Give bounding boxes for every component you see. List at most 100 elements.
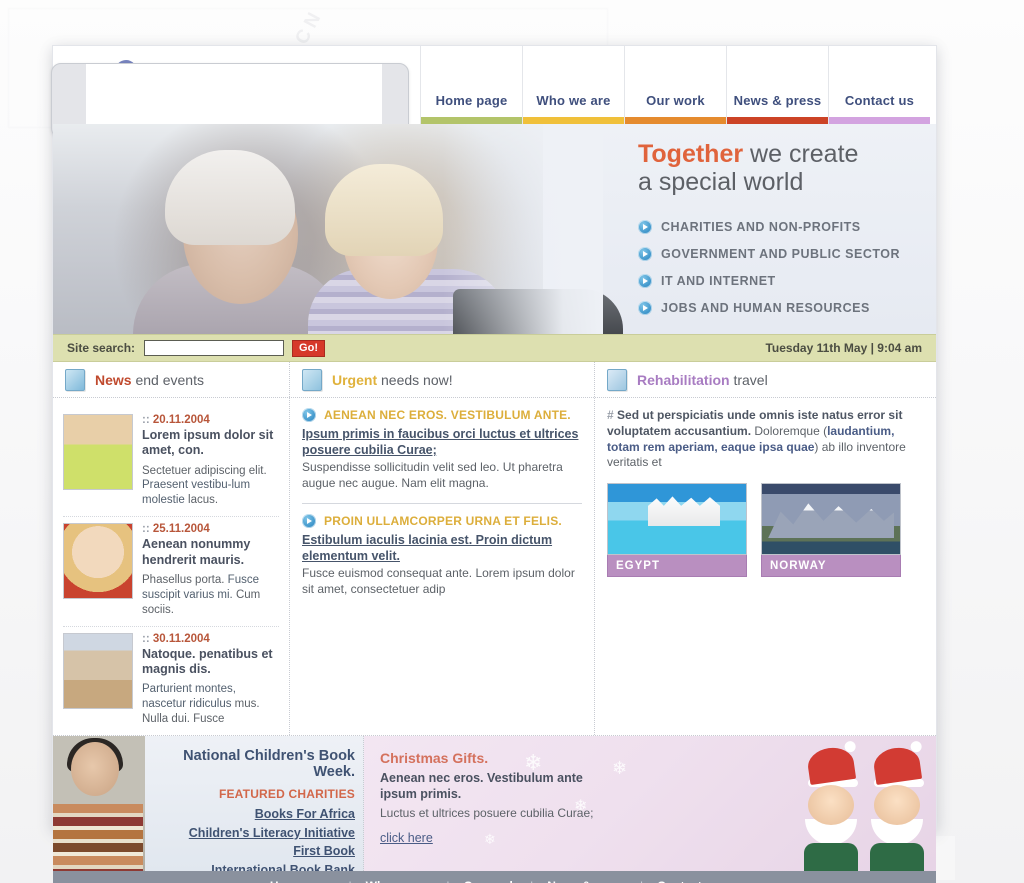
section-title-strong: News xyxy=(95,371,132,388)
news-paper-icon xyxy=(65,368,85,391)
promo-xmas-link[interactable]: click here xyxy=(380,831,433,845)
urgent-item[interactable]: PROIN ULLAMCORPER URNA ET FELIS. Estibul… xyxy=(302,504,582,607)
section-title-travel: Rehabilitation travel xyxy=(637,372,768,388)
grandmother-hair xyxy=(165,150,295,245)
search-go-button[interactable]: Go! xyxy=(292,339,325,357)
travel-cards: EGYPT NORWAY xyxy=(607,483,924,578)
news-date-marker: :: xyxy=(142,632,150,645)
urgent-body: Fusce euismod consequat ante. Lorem ipsu… xyxy=(302,566,575,596)
search-label: Site search: xyxy=(67,341,136,355)
nav-label: News & press xyxy=(733,93,822,108)
news-body-link[interactable]: Parturient montes, nascetur ridiculus xyxy=(142,683,236,710)
nav-item-news-and-press[interactable]: News & press xyxy=(726,46,828,124)
footer-link-home-page[interactable]: Home page xyxy=(256,879,349,883)
news-thumbnail xyxy=(63,414,133,490)
news-title: Natoque. penatibus et magnis dis. xyxy=(142,646,273,676)
santa-face xyxy=(874,784,920,825)
news-text: :: 20.11.2004 Lorem ipsum dolor sit amet… xyxy=(142,414,279,508)
hero-bullet-label: JOBS AND HUMAN RESOURCES xyxy=(661,301,870,315)
charity-link-international-book-bank[interactable]: International Book Bank xyxy=(143,861,355,871)
travel-text: # Sed ut perspiciatis unde omnis iste na… xyxy=(607,408,924,471)
santa-body xyxy=(804,842,858,871)
hero-bullet-item[interactable]: IT AND INTERNET xyxy=(638,274,928,288)
travel-mid: Doloremque ( xyxy=(754,423,828,438)
news-item[interactable]: :: 20.11.2004 Lorem ipsum dolor sit amet… xyxy=(63,408,279,518)
chevron-circle-icon xyxy=(638,220,652,234)
egypt-resort-pool-photo xyxy=(607,483,747,556)
news-date-value: 30.11.2004 xyxy=(152,632,210,645)
nav-item-home-page[interactable]: Home page xyxy=(420,46,522,124)
urgent-link[interactable]: Estibulum iaculis lacinia est. Proin dic… xyxy=(302,532,582,564)
promo-xmas-lead: Aenean nec eros. Vestibulum ante ipsum p… xyxy=(380,770,583,801)
news-date-value: 25.11.2004 xyxy=(152,523,210,536)
news-body: Phasellus porta. Fusce suscipit varius m… xyxy=(142,573,279,618)
section-title-urgent: Urgent needs now! xyxy=(332,372,453,388)
urgent-column: AENEAN NEC EROS. VESTIBULUM ANTE. Ipsum … xyxy=(289,398,594,735)
footer-link-our-work[interactable]: Our work xyxy=(449,879,530,883)
news-column: :: 20.11.2004 Lorem ipsum dolor sit amet… xyxy=(53,398,289,735)
charity-link-childrens-literacy-initiative[interactable]: Children's Literacy Initiative xyxy=(143,824,355,843)
hero-bullet-label: GOVERNMENT AND PUBLIC SECTOR xyxy=(661,247,901,261)
promo-book-copy: National Children's Book Week. FEATURED … xyxy=(143,748,355,871)
nav-item-contact-us[interactable]: Contact us xyxy=(828,46,930,124)
book-stack-icon xyxy=(53,803,143,871)
hero-bullet-item[interactable]: CHARITIES AND NON-PROFITS xyxy=(638,220,928,234)
search-input[interactable] xyxy=(144,340,285,356)
travel-card-egypt[interactable]: EGYPT xyxy=(607,483,747,578)
charity-link-first-book[interactable]: First Book xyxy=(143,842,355,861)
hero-title-rest: we create xyxy=(743,140,859,168)
promo-book-subtitle: FEATURED CHARITIES xyxy=(218,786,355,801)
promo-book-week[interactable]: National Children's Book Week. FEATURED … xyxy=(53,735,364,871)
section-headers: News end events Urgent needs now! Rehabi… xyxy=(53,362,936,398)
section-header-travel: Rehabilitation travel xyxy=(594,362,936,397)
current-datetime: Tuesday 11th May | 9:04 am xyxy=(765,341,922,355)
travel-marker: # xyxy=(607,408,614,422)
hero-bullet-label: CHARITIES AND NON-PROFITS xyxy=(661,220,861,234)
logo-area[interactable]: CHARITY ORGANIZATION xyxy=(51,46,420,138)
news-title: Lorem ipsum dolor sit amet, con. xyxy=(142,428,274,458)
news-body-pre: Phasellus porta. xyxy=(142,573,228,586)
section-title-rest: needs now! xyxy=(377,371,453,388)
chevron-circle-icon xyxy=(638,274,652,288)
news-body-post: lacus. xyxy=(184,494,219,507)
section-title-rest: travel xyxy=(729,371,768,388)
child-hair xyxy=(325,164,443,256)
urgent-heading: AENEAN NEC EROS. VESTIBULUM ANTE. xyxy=(324,408,571,422)
urgent-body: Suspendisse sollicitudin velit sed leo. … xyxy=(302,460,563,490)
hero-bullet-item[interactable]: GOVERNMENT AND PUBLIC SECTOR xyxy=(638,247,928,261)
hero-banner: Together we create a special world CHARI… xyxy=(53,124,936,334)
footer-link-contact-us[interactable]: Contact us xyxy=(643,879,733,883)
hero-copy: Together we create a special world CHARI… xyxy=(638,140,928,328)
promo-xmas-copy: Christmas Gifts. Aenean nec eros. Vestib… xyxy=(380,750,595,847)
nav-underline xyxy=(523,117,624,124)
santa-hat-icon xyxy=(805,744,857,785)
urgent-item[interactable]: AENEAN NEC EROS. VESTIBULUM ANTE. Ipsum … xyxy=(302,408,582,501)
footer-link-news-and-press[interactable]: News & press xyxy=(533,879,640,883)
footer-link-who-we-are[interactable]: Who we are xyxy=(352,879,447,883)
nav-label: Who we are xyxy=(536,93,611,108)
news-item[interactable]: :: 30.11.2004 Natoque. penatibus et magn… xyxy=(63,627,279,735)
nav-item-our-work[interactable]: Our work xyxy=(624,46,726,124)
section-title-strong: Urgent xyxy=(332,371,378,388)
promo-christmas-gifts[interactable]: ❄ ❄ ❄ ❄ Christmas Gifts. Aenean nec eros… xyxy=(364,735,936,871)
urgent-link[interactable]: Ipsum primis in faucibus orci luctus et … xyxy=(302,426,582,458)
charity-link-books-for-africa[interactable]: Books For Africa xyxy=(143,805,355,824)
travel-card-norway[interactable]: NORWAY xyxy=(761,483,901,578)
nav-label: Our work xyxy=(646,93,705,108)
site-window: CHARITY ORGANIZATION Home page Who we ar… xyxy=(51,45,937,883)
primary-navigation: Home page Who we are Our work News & pre… xyxy=(420,46,936,124)
news-date: :: 25.11.2004 xyxy=(142,523,279,535)
chevron-circle-icon xyxy=(302,514,316,529)
man-face xyxy=(71,741,119,796)
travel-caption: EGYPT xyxy=(607,555,747,578)
urgent-heading-row: PROIN ULLAMCORPER URNA ET FELIS. xyxy=(302,514,582,529)
section-header-urgent: Urgent needs now! xyxy=(289,362,594,397)
nav-item-who-we-are[interactable]: Who we are xyxy=(522,46,624,124)
news-thumbnail xyxy=(63,523,133,600)
news-item[interactable]: :: 25.11.2004 Aenean nonummy hendrerit m… xyxy=(63,517,279,627)
news-thumbnail xyxy=(63,632,133,709)
hero-title-line2: a special world xyxy=(638,168,804,196)
hero-bullet-item[interactable]: JOBS AND HUMAN RESOURCES xyxy=(638,301,928,315)
nav-label: Home page xyxy=(435,93,508,108)
section-title-strong: Rehabilitation xyxy=(637,371,730,388)
